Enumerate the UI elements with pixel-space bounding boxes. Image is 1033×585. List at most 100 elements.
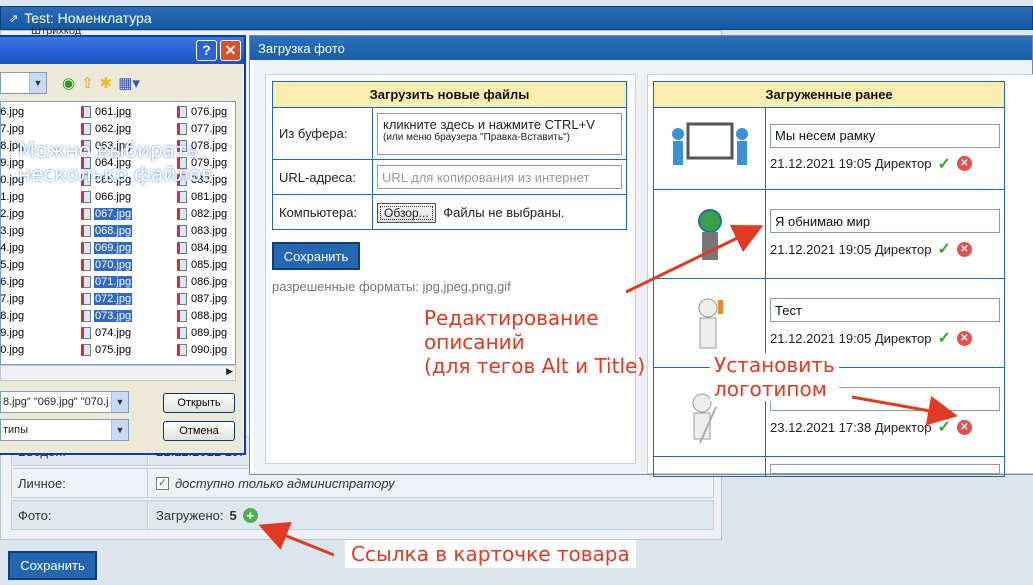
file-name: 085.jpg [191, 259, 228, 271]
photo-thumbnail[interactable] [660, 114, 760, 184]
set-logo-check-icon[interactable]: ✓ [937, 328, 950, 348]
upload-save-button[interactable]: Сохранить [272, 242, 360, 270]
file-item[interactable]: 087.jpg [177, 291, 228, 307]
private-checkbox[interactable]: ✓ [156, 476, 169, 490]
file-item[interactable]: 054.jpg [0, 240, 25, 256]
view-menu-icon[interactable]: ▦▾ [118, 74, 140, 92]
annotation-card-link: Ссылка в карточке товара [345, 540, 636, 568]
photo-row: Я обнимаю мир 21.12.2021 19:05 Директор … [653, 189, 1005, 279]
file-item[interactable]: 073.jpg [81, 308, 133, 324]
file-name: 052.jpg [0, 208, 25, 220]
delete-icon[interactable]: ✕ [956, 330, 972, 346]
delete-icon[interactable]: ✕ [956, 156, 972, 171]
photo-thumb-cell [653, 107, 766, 190]
window-title: Test: Номенклатура [24, 10, 152, 26]
file-item[interactable]: 057.jpg [0, 291, 25, 307]
file-item[interactable]: 075.jpg [81, 342, 132, 358]
url-label: URL-адреса: [272, 159, 373, 195]
photo-meta: 21.12.2021 19:05 Директор [770, 156, 932, 171]
file-item[interactable]: 085.jpg [177, 257, 228, 273]
external-link-icon[interactable]: ⇗ [9, 12, 18, 25]
file-item[interactable]: 077.jpg [177, 121, 228, 137]
file-item[interactable]: 066.jpg [81, 189, 132, 205]
help-button[interactable]: ? [196, 40, 217, 61]
delete-icon[interactable]: ✕ [956, 419, 972, 435]
form-row-photo: Фото: Загружено: 5 + [11, 500, 714, 530]
file-item[interactable]: 071.jpg [81, 274, 133, 290]
image-file-icon [81, 225, 91, 237]
file-item[interactable]: 058.jpg [0, 308, 25, 324]
photo-caption-input[interactable] [770, 463, 1000, 474]
photo-count[interactable]: 5 [230, 508, 237, 523]
file-item[interactable]: 067.jpg [81, 206, 133, 222]
file-item[interactable]: 068.jpg [81, 223, 133, 239]
file-item[interactable]: 086.jpg [177, 274, 228, 290]
file-name: 090.jpg [191, 344, 228, 356]
filetype-select[interactable]: типы ▼ [0, 419, 129, 441]
set-logo-check-icon[interactable]: ✓ [937, 239, 950, 259]
file-item[interactable]: 081.jpg [177, 189, 228, 205]
save-button[interactable]: Сохранить [8, 551, 97, 580]
file-item[interactable]: 055.jpg [0, 257, 25, 273]
file-item[interactable]: 052.jpg [0, 206, 25, 222]
previous-header: Загруженные ранее [653, 81, 1005, 108]
image-file-icon [81, 106, 91, 118]
file-open-dialog: ? ✕ ▼ ◉ ⇧ ✱ ▦▾ 046.jpg047.jpg048.jpg049.… [0, 35, 246, 455]
file-item[interactable]: 074.jpg [81, 325, 132, 341]
file-item[interactable]: 090.jpg [177, 342, 228, 358]
photo-caption-input[interactable]: Тест [770, 298, 1000, 322]
file-item[interactable]: 070.jpg [81, 257, 133, 273]
file-name: 053.jpg [0, 225, 25, 237]
photo-row: Мы несем рамку 21.12.2021 19:05 Директор… [653, 107, 1005, 190]
photo-thumb-cell [653, 189, 766, 279]
filename-input[interactable]: 8.jpg" "069.jpg" "070.j ▼ [0, 391, 129, 413]
photo-thumbnail[interactable] [660, 288, 760, 358]
new-folder-icon[interactable]: ✱ [100, 74, 113, 92]
file-item[interactable]: 089.jpg [177, 325, 228, 341]
file-item[interactable]: 088.jpg [177, 308, 228, 324]
file-item[interactable]: 076.jpg [177, 104, 228, 120]
file-item[interactable]: 047.jpg [0, 121, 25, 137]
file-name: 073.jpg [94, 310, 133, 322]
file-item[interactable]: 083.jpg [177, 223, 228, 239]
file-name: 047.jpg [0, 123, 25, 135]
set-logo-check-icon[interactable]: ✓ [937, 417, 950, 437]
file-name: 067.jpg [94, 208, 133, 220]
set-logo-check-icon[interactable]: ✓ [937, 154, 950, 174]
horizontal-scrollbar[interactable]: ▶ [0, 365, 236, 381]
cancel-button[interactable]: Отмена [163, 421, 235, 441]
close-button[interactable]: ✕ [220, 40, 241, 61]
delete-icon[interactable]: ✕ [956, 241, 972, 257]
file-item[interactable]: 072.jpg [81, 291, 133, 307]
file-item[interactable]: 084.jpg [177, 240, 228, 256]
file-item[interactable]: 069.jpg [81, 240, 133, 256]
open-button[interactable]: Открыть [163, 393, 235, 413]
image-file-icon [177, 106, 187, 118]
file-item[interactable]: 053.jpg [0, 223, 25, 239]
photo-caption-input[interactable]: Мы несем рамку [770, 123, 1000, 148]
look-in-select[interactable]: ▼ [0, 72, 47, 94]
folder-up-icon[interactable]: ⇧ [81, 74, 94, 92]
add-photo-icon[interactable]: + [242, 507, 258, 523]
photo-caption-input[interactable]: Я обнимаю мир [770, 209, 1000, 233]
file-name: 075.jpg [95, 344, 132, 356]
modal-title: Загрузка фото [250, 36, 1032, 60]
back-icon[interactable]: ◉ [62, 74, 75, 92]
file-item[interactable]: 062.jpg [81, 121, 132, 137]
photo-thumbnail[interactable] [660, 199, 760, 269]
photo-thumb-cell [653, 456, 766, 477]
file-item[interactable]: 051.jpg [0, 189, 25, 205]
browse-button[interactable]: Обзор... [377, 202, 436, 223]
clipboard-paste-area[interactable]: кликните здесь и нажмите CTRL+V (или мен… [377, 112, 622, 155]
url-input[interactable]: URL для копирования из интернет [377, 165, 622, 189]
file-item[interactable]: 059.jpg [0, 325, 25, 341]
file-item[interactable]: 061.jpg [81, 104, 132, 120]
image-file-icon [81, 310, 91, 322]
photo-meta: 23.12.2021 17:38 Директор [770, 419, 932, 435]
file-item[interactable]: 056.jpg [0, 274, 25, 290]
scroll-right-icon[interactable]: ▶ [226, 366, 233, 377]
file-item[interactable]: 060.jpg [0, 342, 25, 358]
file-item[interactable]: 082.jpg [177, 206, 228, 222]
file-name: 086.jpg [191, 276, 228, 288]
file-item[interactable]: 046.jpg [0, 104, 25, 120]
